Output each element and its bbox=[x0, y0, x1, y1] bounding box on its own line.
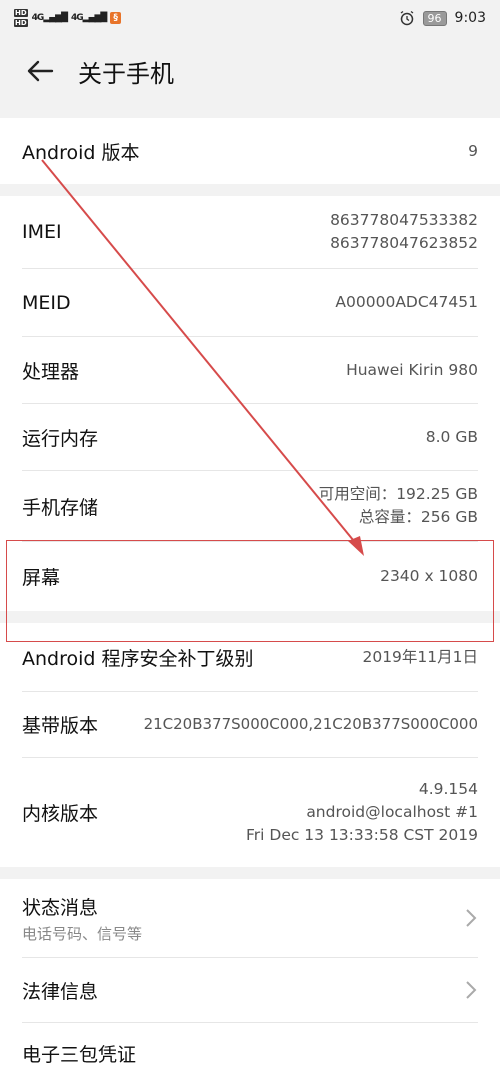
meid-value: A00000ADC47451 bbox=[335, 293, 478, 311]
row-status-messages[interactable]: 状态消息 电话号码、信号等 bbox=[0, 879, 500, 957]
hd-bottom-label: HD bbox=[14, 19, 28, 27]
imei-value-1: 863778047533382 bbox=[330, 211, 478, 229]
card-software-info: Android 程序安全补丁级别 2019年11月1日 基带版本 21C20B3… bbox=[0, 623, 500, 867]
card-more-info: 状态消息 电话号码、信号等 法律信息 电子三包凭证 bbox=[0, 879, 500, 1084]
chevron-right-icon bbox=[466, 909, 477, 927]
screen-label: 屏幕 bbox=[22, 567, 61, 589]
kernel-value: 4.9.154 android@localhost #1 Fri Dec 13 … bbox=[246, 778, 478, 847]
row-security-patch[interactable]: Android 程序安全补丁级别 2019年11月1日 bbox=[0, 623, 500, 691]
imei-value-2: 863778047623852 bbox=[330, 234, 478, 252]
screen-value: 2340 x 1080 bbox=[380, 567, 478, 585]
card-device-info: IMEI 863778047533382 863778047623852 MEI… bbox=[0, 196, 500, 611]
signal-icon-2: 4G▂▄▆█ bbox=[71, 13, 107, 23]
status-messages-sublabel: 电话号码、信号等 bbox=[22, 924, 143, 943]
android-version-label: Android 版本 bbox=[22, 141, 140, 164]
row-screen[interactable]: 屏幕 2340 x 1080 bbox=[0, 542, 500, 611]
kernel-version: 4.9.154 bbox=[418, 780, 478, 798]
row-processor[interactable]: 处理器 Huawei Kirin 980 bbox=[0, 337, 500, 403]
row-storage[interactable]: 手机存储 可用空间：192.25 GB 总容量：256 GB bbox=[0, 471, 500, 541]
clock: 9:03 bbox=[454, 10, 486, 26]
row-legal-info[interactable]: 法律信息 bbox=[0, 958, 500, 1022]
e-warranty-label: 电子三包凭证 bbox=[22, 1043, 137, 1066]
row-e-warranty[interactable]: 电子三包凭证 bbox=[0, 1023, 500, 1083]
signal-2-label: 4G bbox=[71, 13, 84, 23]
storage-value: 可用空间：192.25 GB 总容量：256 GB bbox=[319, 483, 478, 529]
processor-value: Huawei Kirin 980 bbox=[346, 360, 478, 379]
app-notification-icon: § bbox=[110, 12, 121, 24]
kernel-build-date: Fri Dec 13 13:33:58 CST 2019 bbox=[245, 826, 478, 844]
imei-value: 863778047533382 863778047623852 bbox=[330, 209, 478, 255]
meid-label: MEID bbox=[22, 291, 71, 314]
row-android-version[interactable]: Android 版本 9 bbox=[0, 118, 500, 184]
row-kernel[interactable]: 内核版本 4.9.154 android@localhost #1 Fri De… bbox=[0, 758, 500, 867]
kernel-build-host: android@localhost #1 bbox=[306, 803, 478, 821]
baseband-value: 21C20B377S000C000,21C20B377S000C000 bbox=[143, 715, 478, 733]
status-messages-text: 状态消息 电话号码、信号等 bbox=[22, 893, 142, 944]
chevron-right-icon bbox=[466, 981, 477, 999]
signal-1-label: 4G bbox=[31, 13, 45, 23]
status-left: HD HD 4G▂▄▆█ 4G▂▄▆█ § bbox=[14, 8, 121, 28]
security-patch-label: Android 程序安全补丁级别 bbox=[22, 647, 254, 670]
card-android-version: Android 版本 9 bbox=[0, 118, 500, 184]
app-header: 关于手机 bbox=[0, 36, 500, 106]
row-meid[interactable]: MEID A00000ADC47451 bbox=[0, 269, 500, 336]
storage-total: 总容量：256 GB bbox=[358, 508, 478, 526]
android-version-value: 9 bbox=[468, 141, 478, 160]
battery-icon: 96 bbox=[422, 10, 447, 26]
ram-value: 8.0 GB bbox=[425, 427, 478, 446]
legal-info-label: 法律信息 bbox=[22, 980, 99, 1003]
row-imei[interactable]: IMEI 863778047533382 863778047623852 bbox=[0, 196, 500, 268]
ram-label: 运行内存 bbox=[22, 427, 99, 450]
signal-icon: 4G▂▄▆█ bbox=[31, 13, 68, 23]
hd-top-label: HD bbox=[14, 9, 28, 17]
storage-available: 可用空间：192.25 GB bbox=[318, 485, 478, 503]
hd-icon: HD HD bbox=[14, 8, 28, 28]
alarm-icon bbox=[400, 10, 413, 26]
status-bar: HD HD 4G▂▄▆█ 4G▂▄▆█ § 96 9:03 bbox=[0, 0, 500, 36]
imei-label: IMEI bbox=[22, 221, 62, 243]
row-baseband[interactable]: 基带版本 21C20B377S000C000,21C20B377S000C000 bbox=[0, 692, 500, 757]
security-patch-value: 2019年11月1日 bbox=[362, 647, 478, 666]
status-right: 96 9:03 bbox=[399, 10, 486, 26]
status-messages-label: 状态消息 bbox=[22, 896, 99, 919]
page-title: 关于手机 bbox=[78, 59, 174, 88]
back-button[interactable] bbox=[24, 55, 56, 87]
back-arrow-icon bbox=[27, 60, 54, 82]
storage-label: 手机存储 bbox=[22, 496, 99, 519]
processor-label: 处理器 bbox=[22, 360, 80, 383]
baseband-label: 基带版本 bbox=[22, 715, 99, 737]
kernel-label: 内核版本 bbox=[22, 803, 99, 825]
row-ram[interactable]: 运行内存 8.0 GB bbox=[0, 404, 500, 470]
